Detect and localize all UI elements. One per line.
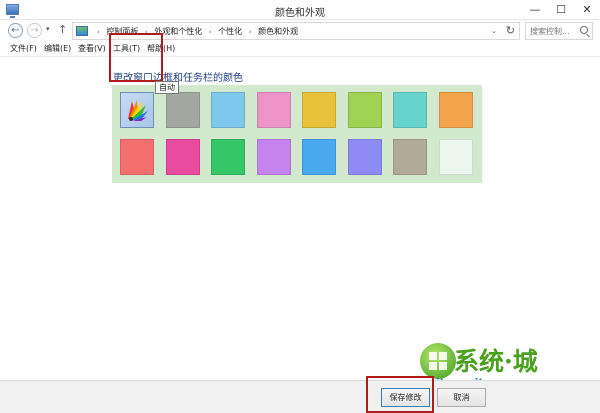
navigation-bar: ← → ▾ ↑ › 控制面板 › 外观和个性化 › 个性化 › 颜色和外观 ⌄ … bbox=[0, 20, 600, 42]
color-swatch[interactable] bbox=[211, 92, 245, 128]
window-title: 颜色和外观 bbox=[275, 8, 325, 19]
color-swatch[interactable] bbox=[211, 139, 245, 175]
color-swatch[interactable] bbox=[165, 92, 200, 128]
cancel-button[interactable]: 取消 bbox=[437, 388, 486, 407]
highlight-frame-auto bbox=[109, 33, 163, 82]
menu-file[interactable]: 文件(F) bbox=[10, 43, 37, 54]
color-swatch[interactable] bbox=[347, 92, 382, 128]
color-swatch[interactable] bbox=[120, 139, 154, 175]
color-swatch[interactable] bbox=[347, 139, 382, 175]
menu-view[interactable]: 查看(V) bbox=[78, 43, 106, 54]
color-palette bbox=[112, 85, 482, 183]
color-swatch[interactable] bbox=[256, 139, 291, 175]
title-bar: 颜色和外观 — ☐ ✕ bbox=[0, 0, 600, 20]
highlight-frame-save bbox=[366, 376, 434, 413]
color-swatch[interactable] bbox=[256, 92, 291, 128]
search-icon[interactable] bbox=[580, 26, 588, 34]
color-swatch[interactable] bbox=[302, 92, 336, 128]
color-swatch[interactable] bbox=[165, 139, 200, 175]
breadcrumb-personalization[interactable]: 个性化 bbox=[218, 27, 242, 36]
control-panel-icon bbox=[76, 26, 88, 36]
watermark-name: 系统·城 bbox=[454, 347, 538, 376]
close-button[interactable]: ✕ bbox=[574, 0, 600, 19]
windows-logo-icon bbox=[420, 343, 456, 379]
content-area: 更改窗口边框和任务栏的颜色 bbox=[0, 57, 600, 380]
tooltip-auto: 自动 bbox=[155, 81, 179, 94]
color-swatch[interactable] bbox=[393, 92, 427, 128]
search-box[interactable] bbox=[525, 22, 593, 40]
address-dropdown-icon[interactable]: ⌄ bbox=[491, 27, 497, 35]
back-button[interactable]: ← bbox=[8, 23, 23, 38]
minimize-button[interactable]: — bbox=[522, 0, 548, 19]
footer-bar: 保存修改 取消 bbox=[0, 380, 600, 413]
up-button[interactable]: ↑ bbox=[58, 23, 67, 36]
search-input[interactable] bbox=[526, 23, 578, 39]
refresh-icon[interactable]: ↻ bbox=[506, 24, 515, 37]
menu-bar: 文件(F) 编辑(E) 查看(V) 工具(T) 帮助(H) bbox=[0, 42, 600, 57]
color-swatch[interactable] bbox=[393, 139, 427, 175]
color-swatch[interactable] bbox=[438, 92, 473, 128]
forward-button[interactable]: → bbox=[27, 23, 42, 38]
menu-edit[interactable]: 编辑(E) bbox=[44, 43, 71, 54]
color-swatch-auto[interactable] bbox=[120, 92, 154, 128]
color-fan-icon bbox=[128, 100, 148, 121]
maximize-button[interactable]: ☐ bbox=[548, 0, 574, 19]
recent-locations-dropdown[interactable]: ▾ bbox=[46, 25, 50, 33]
color-swatch[interactable] bbox=[438, 139, 473, 175]
breadcrumb-color-appearance[interactable]: 颜色和外观 bbox=[258, 27, 298, 36]
color-swatch[interactable] bbox=[302, 139, 336, 175]
